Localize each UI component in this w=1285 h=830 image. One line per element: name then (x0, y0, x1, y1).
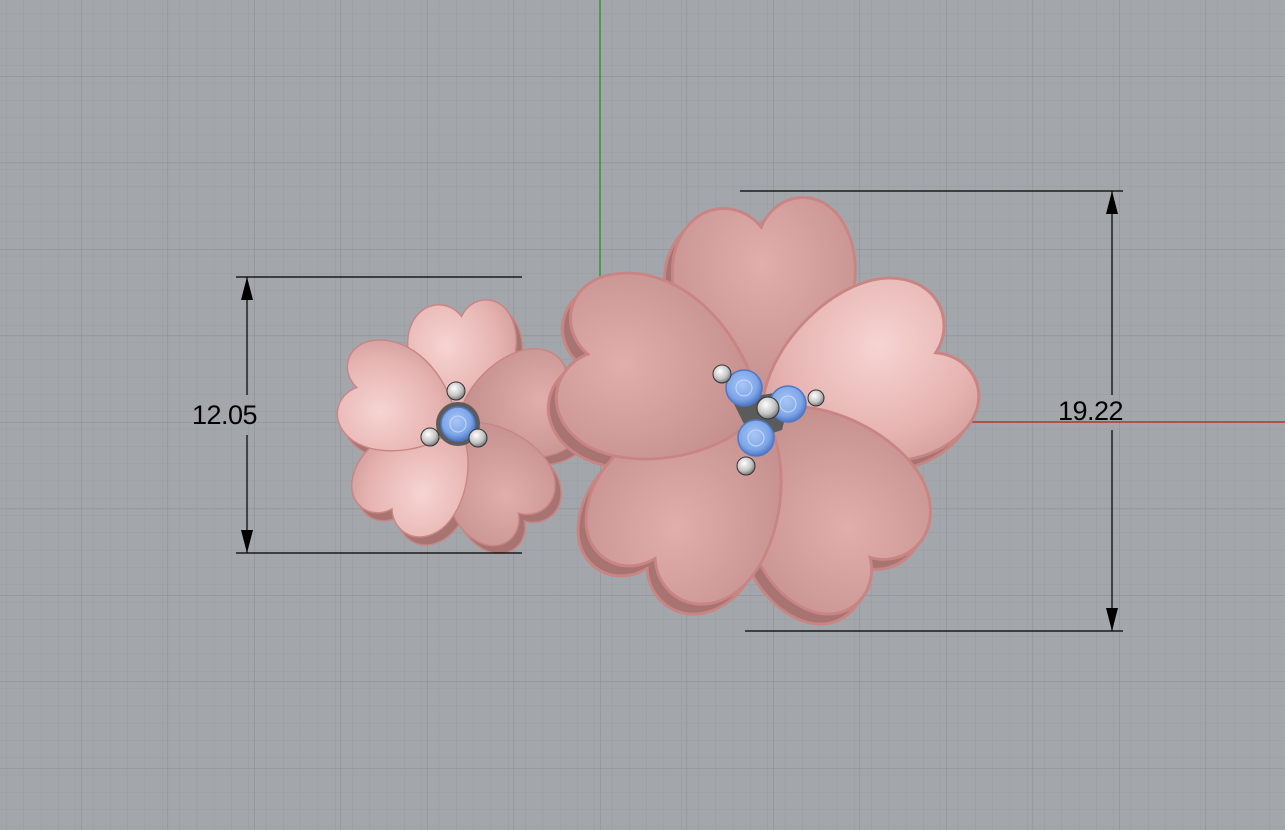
dimension-label-large: 19.22 (1058, 396, 1124, 426)
dimension-label-small: 12.05 (192, 400, 258, 430)
rhino-viewport-top[interactable]: 12.05 19.22 (0, 0, 1285, 830)
